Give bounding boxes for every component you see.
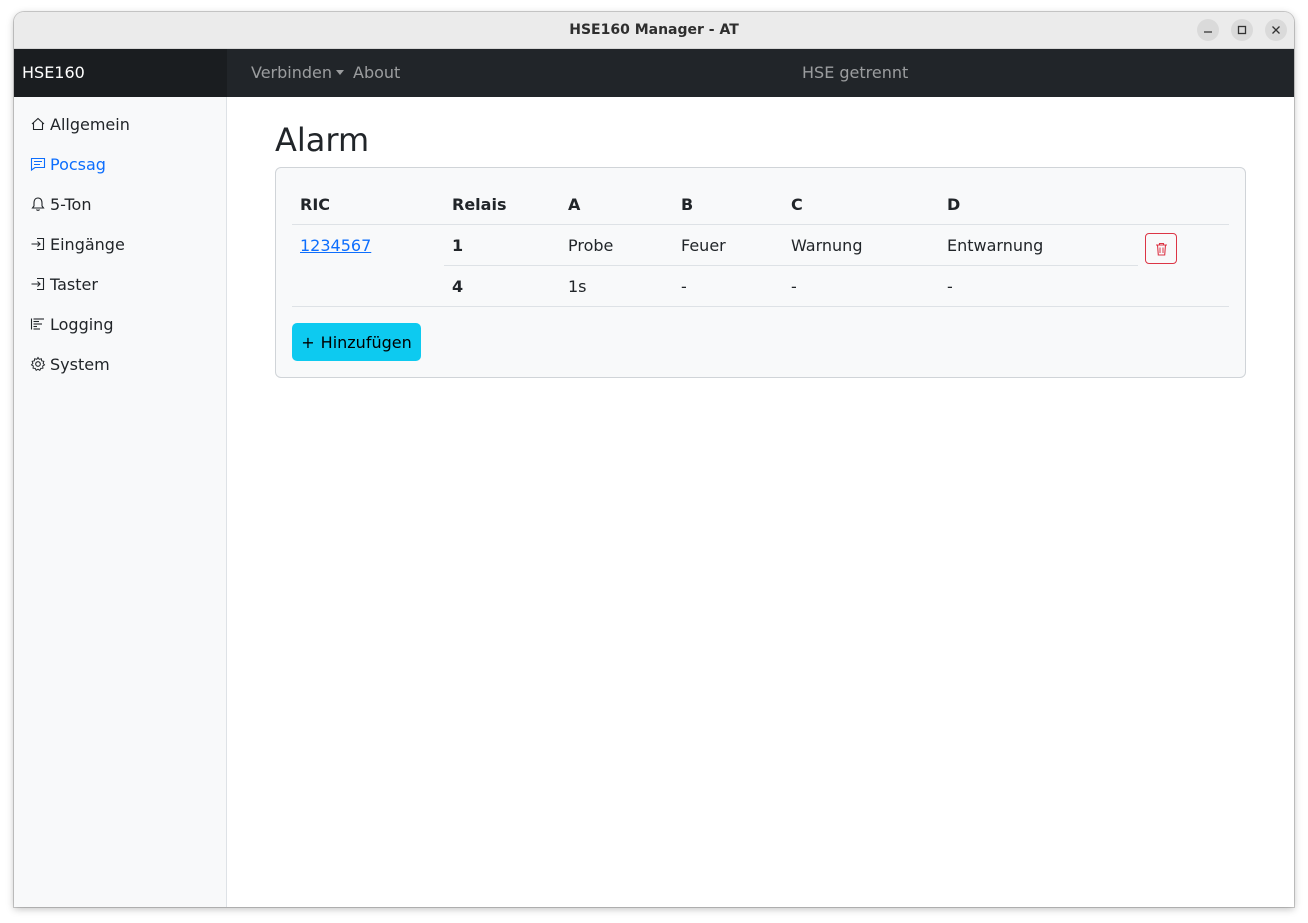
sidebar-item-logging[interactable]: Logging xyxy=(30,312,113,336)
maximize-icon xyxy=(1237,25,1247,35)
ric-link[interactable]: 1234567 xyxy=(300,236,371,255)
close-button[interactable] xyxy=(1265,19,1287,41)
ric-value: 1234567 xyxy=(300,236,372,255)
column-header-ric: RIC xyxy=(300,195,331,214)
sidebar-item-label: Logging xyxy=(50,314,114,334)
column-header-b: B xyxy=(681,195,694,214)
sidebar-item-pocsag[interactable]: Pocsag xyxy=(30,152,106,176)
sidebar-item-5-ton[interactable]: 5-Ton xyxy=(30,192,91,216)
sidebar-item-label: Allgemein xyxy=(50,114,130,134)
log-icon xyxy=(30,318,44,330)
top-navbar: HSE160 Verbinden About HSE getrennt xyxy=(14,49,1294,97)
table-bottom-divider xyxy=(292,306,1229,307)
table-cell-a: 1s xyxy=(568,277,587,296)
table-cell-d: - xyxy=(947,277,953,296)
sidebar-item-label: Pocsag xyxy=(50,154,106,174)
table-cell-d: Entwarnung xyxy=(947,236,1044,255)
window-title: HSE160 Manager - AT xyxy=(569,22,739,38)
sidebar-item-label: Taster xyxy=(50,274,98,294)
caret-down-icon xyxy=(336,70,345,75)
header-divider xyxy=(292,224,1229,225)
minimize-button[interactable] xyxy=(1197,19,1219,41)
table-cell-relais: 4 xyxy=(452,277,464,296)
title-bar: HSE160 Manager - AT xyxy=(14,12,1294,49)
table-cell-c: Warnung xyxy=(791,236,863,255)
table-cell-b: Feuer xyxy=(681,236,726,255)
input-icon xyxy=(31,277,45,291)
column-header-relais: Relais xyxy=(452,195,507,214)
add-button-label: Hinzufügen xyxy=(320,332,412,352)
row-divider xyxy=(444,265,1138,266)
minimize-icon xyxy=(1204,31,1212,33)
sidebar-item-eingaenge[interactable]: Eingänge xyxy=(30,232,125,256)
table-cell-c: - xyxy=(791,277,797,296)
connect-label: Verbinden xyxy=(251,63,333,82)
sidebar-item-allgemein[interactable]: Allgemein xyxy=(30,112,130,136)
input-icon xyxy=(31,237,45,251)
delete-button[interactable] xyxy=(1145,233,1177,264)
connection-status: HSE getrennt xyxy=(802,63,909,82)
about-link[interactable]: About xyxy=(353,63,400,82)
gear-icon xyxy=(30,356,46,372)
table-cell-b: - xyxy=(681,277,687,296)
sidebar-item-label: System xyxy=(50,354,110,374)
column-header-d: D xyxy=(947,195,961,214)
brand-label[interactable]: HSE160 xyxy=(14,49,227,97)
sidebar: Allgemein Pocsag 5-Ton Eingänge Taster L… xyxy=(14,97,227,907)
add-button[interactable]: + Hinzufügen xyxy=(292,323,421,361)
message-icon xyxy=(30,157,46,172)
table-cell-a: Probe xyxy=(568,236,614,255)
column-header-a: A xyxy=(568,195,581,214)
plus-icon: + xyxy=(301,332,315,352)
sidebar-item-label: Eingänge xyxy=(50,234,125,254)
bell-icon xyxy=(31,197,45,211)
alarm-card: RIC Relais A B C D 1234567 1 Probe Feuer… xyxy=(275,167,1246,378)
table-cell-relais: 1 xyxy=(452,236,464,255)
sidebar-item-system[interactable]: System xyxy=(30,352,110,376)
main-content: Alarm RIC Relais A B C D 1234567 1 Probe… xyxy=(227,97,1294,907)
sidebar-item-taster[interactable]: Taster xyxy=(30,272,98,296)
house-icon xyxy=(31,117,45,131)
trash-icon xyxy=(1156,242,1167,256)
app-window: HSE160 Manager - AT HSE160 Verbinden Abo… xyxy=(14,12,1294,907)
close-icon xyxy=(1272,26,1280,34)
column-header-c: C xyxy=(791,195,803,214)
page-title: Alarm xyxy=(275,121,370,159)
sidebar-item-label: 5-Ton xyxy=(50,194,92,214)
maximize-button[interactable] xyxy=(1231,19,1253,41)
connect-dropdown[interactable]: Verbinden xyxy=(251,63,345,82)
